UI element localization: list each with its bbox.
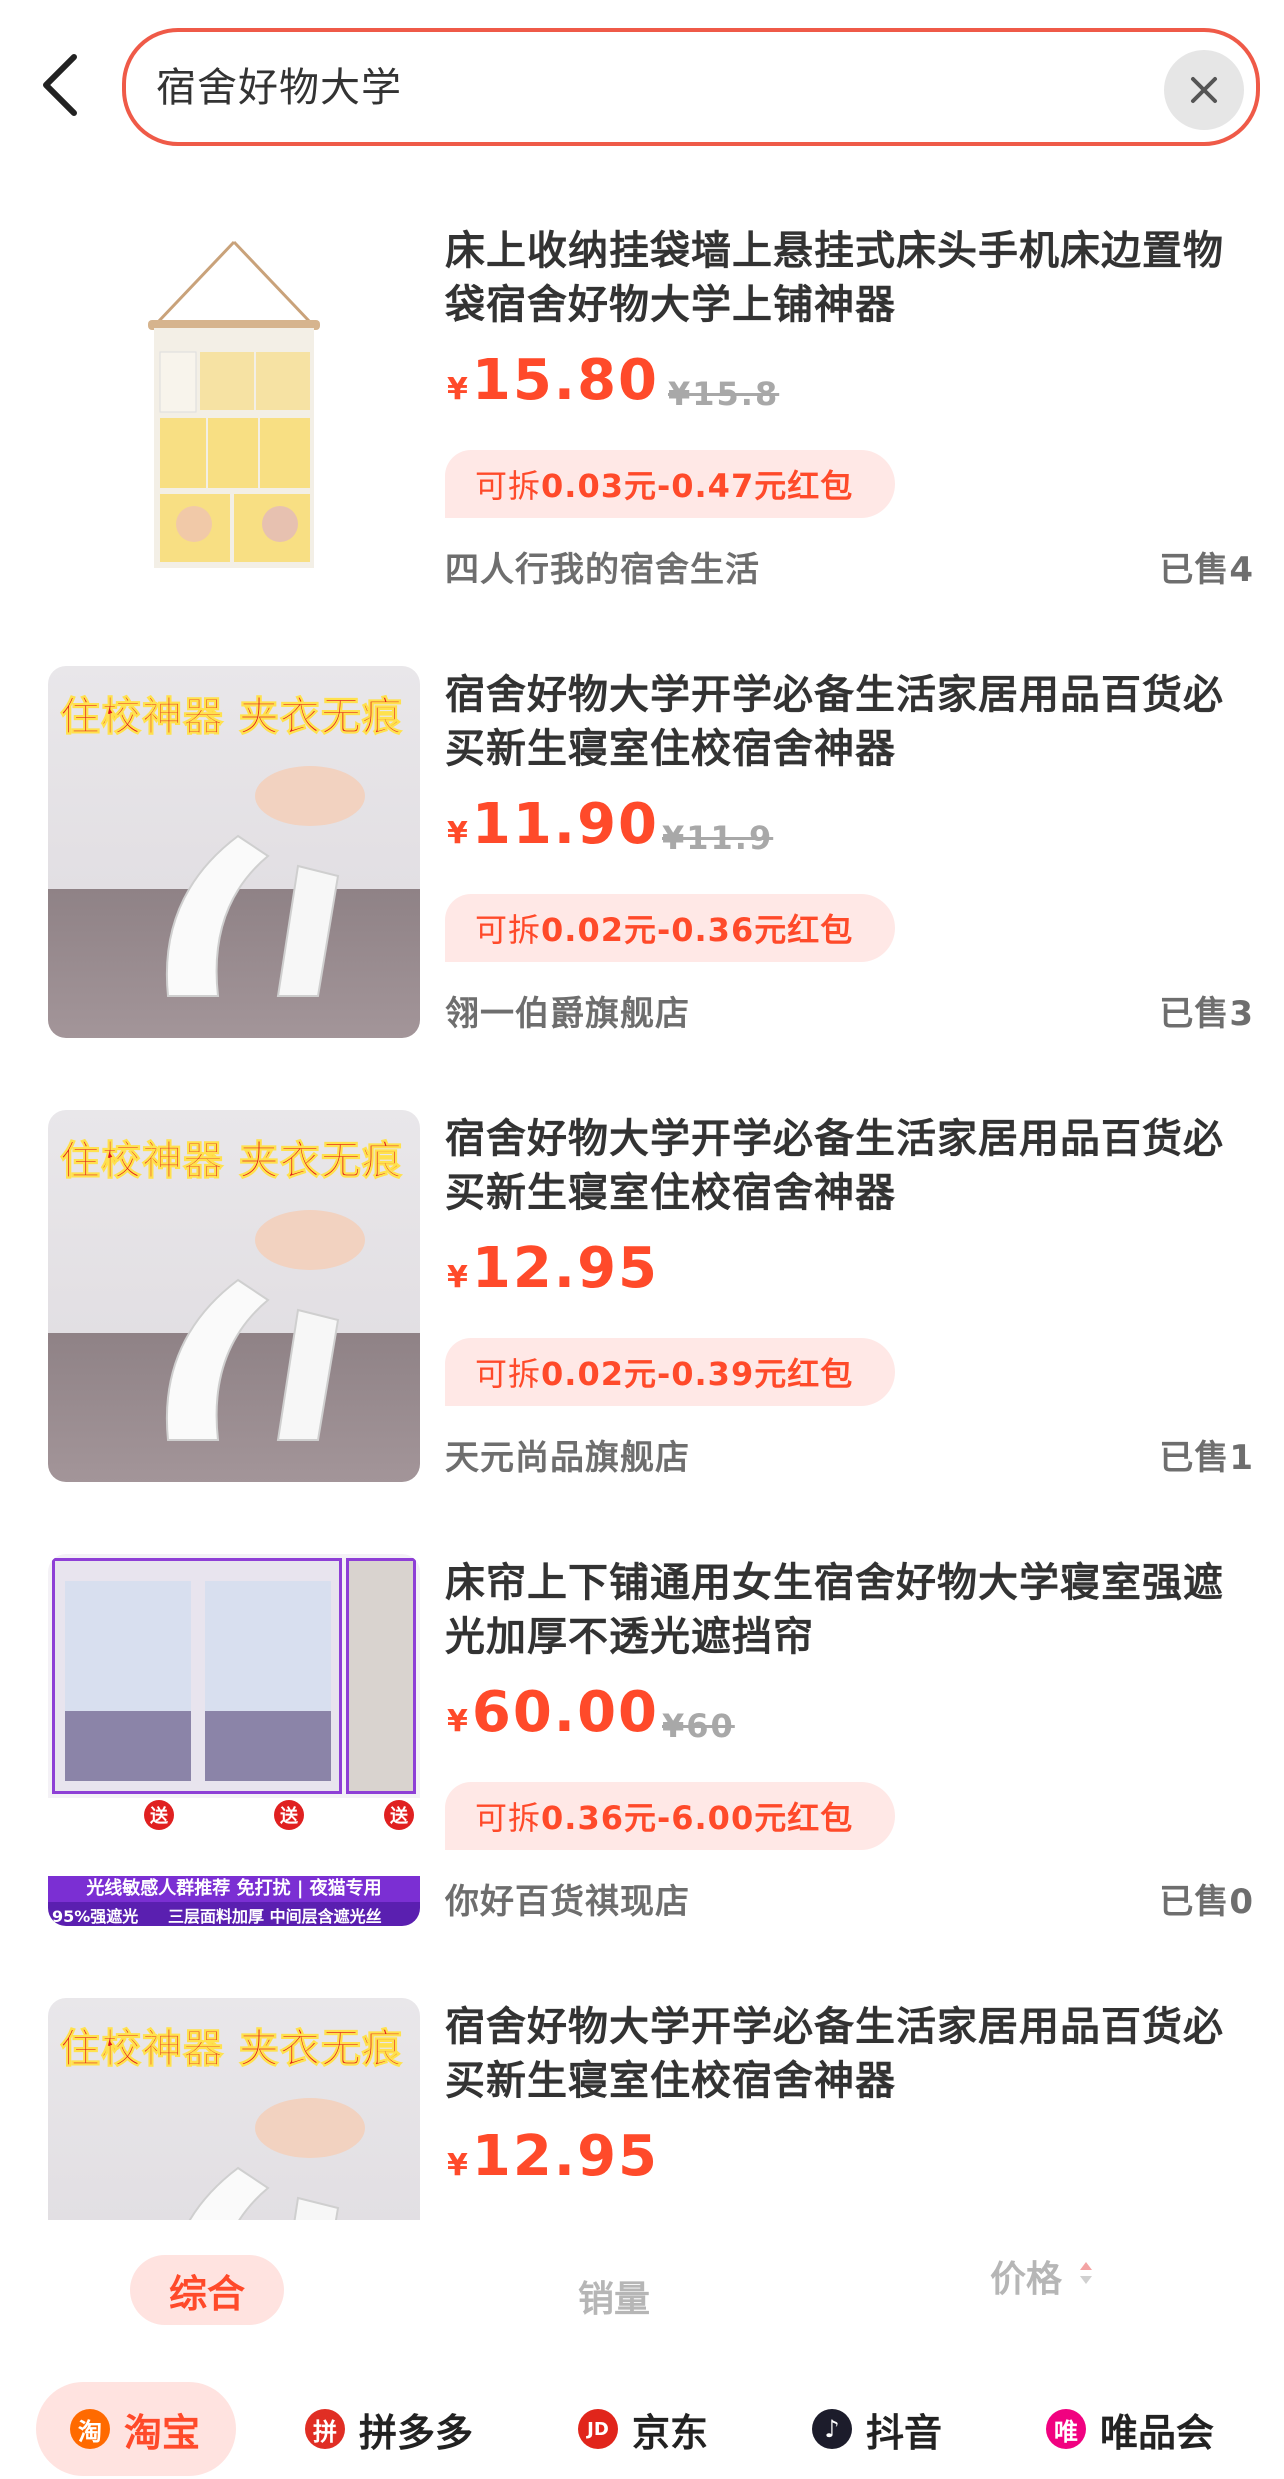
clear-search-button[interactable] [1164,50,1244,130]
hanging-bag-illustration [148,240,320,568]
coupon-badge[interactable]: 可拆 0.02元-0.36元红包 [445,894,895,962]
coupon-badge[interactable]: 可拆 0.02元-0.39元红包 [445,1338,895,1406]
gift-badge: 送 [144,1800,174,1830]
sort-bar: 综合 销量 价格 [0,2230,1284,2340]
price-amount: 12.95 [471,1236,660,1301]
pinduoduo-icon: 拼 [305,2409,345,2449]
curtain-photo [52,1558,342,1794]
coupon-prefix: 可拆 [475,911,542,949]
platform-label: 抖音 [866,2410,943,2455]
platform-tab-taobao[interactable]: 淘 淘宝 [36,2382,237,2476]
image-footer: 95%强遮光 三层面料加厚 中间层含遮光丝 [48,1902,420,1926]
product-item[interactable]: 住校神器 夹衣无痕 宿舍好物大学开学必备生活家居用品百货必买新生寝室住校宿舍神器… [0,1068,1284,1506]
platform-label: 淘宝 [124,2410,201,2455]
coupon-prefix: 可拆 [475,1799,542,1837]
sort-price-label: 价格 [990,2259,1063,2300]
shop-name[interactable]: 四人行我的宿舍生活 [445,542,760,591]
currency-symbol: ¥ [447,372,468,407]
douyin-icon: ♪ [812,2409,852,2449]
original-price: ¥15.8 [668,375,780,413]
accessories-strip: 送 送 送 [48,1798,420,1876]
coupon-value: 0.02元-0.36元红包 [541,911,854,949]
curtain-side-photo [346,1558,416,1794]
currency-symbol: ¥ [447,1260,468,1295]
product-image-hanging-organizer[interactable] [48,222,420,594]
image-tag: 三层面料加厚 中间层含遮光丝 [168,1907,382,1926]
search-input[interactable]: 宿舍好物大学 [122,28,1260,146]
product-price: ¥ 12.95 [447,2124,659,2189]
image-banner: 光线敏感人群推荐 免打扰 | 夜猫专用 [48,1876,420,1902]
platform-bar: 淘 淘宝 拼 拼多多 JD 京东 ♪ 抖音 唯 唯品会 [0,2370,1284,2479]
coupon-badge[interactable]: 可拆 0.36元-6.00元红包 [445,1782,895,1850]
platform-label: 拼多多 [359,2410,474,2455]
currency-symbol: ¥ [447,816,468,851]
clip-illustration [165,766,365,997]
sold-count: 已售3 [1159,994,1254,1034]
coupon-value: 0.36元-6.00元红包 [541,1799,854,1837]
product-title[interactable]: 床帘上下铺通用女生宿舍好物大学寝室强遮光加厚不透光遮挡帘 [445,1556,1245,1664]
jd-icon: JD [578,2409,618,2449]
price-amount: 60.00 [471,1680,660,1745]
product-price: ¥ 60.00 [447,1680,659,1745]
sold-count: 已售0 [1159,1882,1254,1922]
product-list[interactable]: 床上收纳挂袋墙上悬挂式床头手机床边置物袋宿舍好物大学上铺神器 ¥ 15.80 ¥… [0,180,1284,2220]
platform-label: 京东 [632,2410,709,2455]
product-image-clip[interactable]: 住校神器 夹衣无痕 [48,1998,420,2220]
product-item[interactable]: 住校神器 夹衣无痕 宿舍好物大学开学必备生活家居用品百货必买新生寝室住校宿舍神器… [0,1956,1284,2220]
clip-illustration [188,2098,365,2220]
product-item[interactable]: 送 送 送 光线敏感人群推荐 免打扰 | 夜猫专用 95%强遮光 三层面料加厚 … [0,1512,1284,1950]
sort-arrows-icon [1080,2262,1093,2284]
platform-tab-jd[interactable]: JD 京东 [578,2382,708,2476]
sold-count: 已售4 [1159,550,1254,590]
product-title[interactable]: 床上收纳挂袋墙上悬挂式床头手机床边置物袋宿舍好物大学上铺神器 [445,224,1245,332]
platform-tab-vipshop[interactable]: 唯 唯品会 [1046,2382,1214,2476]
platform-tab-pinduoduo[interactable]: 拼 拼多多 [305,2382,473,2476]
product-price: ¥ 11.90 [447,792,659,857]
chevron-left-icon [43,54,77,116]
coupon-badge[interactable]: 可拆 0.03元-0.47元红包 [445,450,895,518]
price-amount: 11.90 [471,792,660,857]
product-price: ¥ 15.80 [447,348,659,413]
price-amount: 15.80 [471,348,660,413]
product-image-bed-curtain[interactable]: 送 送 送 光线敏感人群推荐 免打扰 | 夜猫专用 95%强遮光 三层面料加厚 … [48,1554,420,1926]
platform-tab-douyin[interactable]: ♪ 抖音 [812,2382,942,2476]
product-title[interactable]: 宿舍好物大学开学必备生活家居用品百货必买新生寝室住校宿舍神器 [445,1112,1245,1220]
original-price: ¥60 [662,1707,735,1745]
product-image-clip[interactable]: 住校神器 夹衣无痕 [48,1110,420,1482]
shop-name[interactable]: 你好百货祺现店 [445,1874,690,1923]
header: 宿舍好物大学 [0,0,1284,160]
platform-label: 唯品会 [1100,2410,1215,2455]
sort-comprehensive-tab[interactable]: 综合 [130,2255,284,2325]
image-tag: 95%强遮光 [52,1907,139,1926]
back-button[interactable] [30,50,90,120]
coupon-value: 0.03元-0.47元红包 [541,467,854,505]
search-query: 宿舍好物大学 [156,65,402,111]
gift-badge: 送 [274,1800,304,1830]
close-icon [1191,77,1217,103]
currency-symbol: ¥ [447,2148,468,2183]
coupon-prefix: 可拆 [475,467,542,505]
product-title[interactable]: 宿舍好物大学开学必备生活家居用品百货必买新生寝室住校宿舍神器 [445,2000,1245,2108]
coupon-value: 0.02元-0.39元红包 [541,1355,854,1393]
original-price: ¥11.9 [662,819,774,857]
product-item[interactable]: 床上收纳挂袋墙上悬挂式床头手机床边置物袋宿舍好物大学上铺神器 ¥ 15.80 ¥… [0,180,1284,618]
product-item[interactable]: 住校神器 夹衣无痕 宿舍好物大学开学必备生活家居用品百货必买新生寝室住校宿舍神器… [0,624,1284,1062]
shop-name[interactable]: 翎一伯爵旗舰店 [445,986,690,1035]
sort-sales-tab[interactable]: 销量 [578,2270,650,2322]
currency-symbol: ¥ [447,1704,468,1739]
shop-name[interactable]: 天元尚品旗舰店 [445,1430,690,1479]
gift-badge: 送 [384,1800,414,1830]
product-image-clip[interactable]: 住校神器 夹衣无痕 [48,666,420,1038]
coupon-prefix: 可拆 [475,1355,542,1393]
price-amount: 12.95 [471,2124,660,2189]
product-price: ¥ 12.95 [447,1236,659,1301]
sold-count: 已售1 [1159,1438,1254,1478]
clip-illustration [165,1210,365,1441]
vipshop-icon: 唯 [1046,2409,1086,2449]
taobao-icon: 淘 [70,2409,110,2449]
sort-price-tab[interactable]: 价格 [990,2250,1096,2302]
product-title[interactable]: 宿舍好物大学开学必备生活家居用品百货必买新生寝室住校宿舍神器 [445,668,1245,776]
